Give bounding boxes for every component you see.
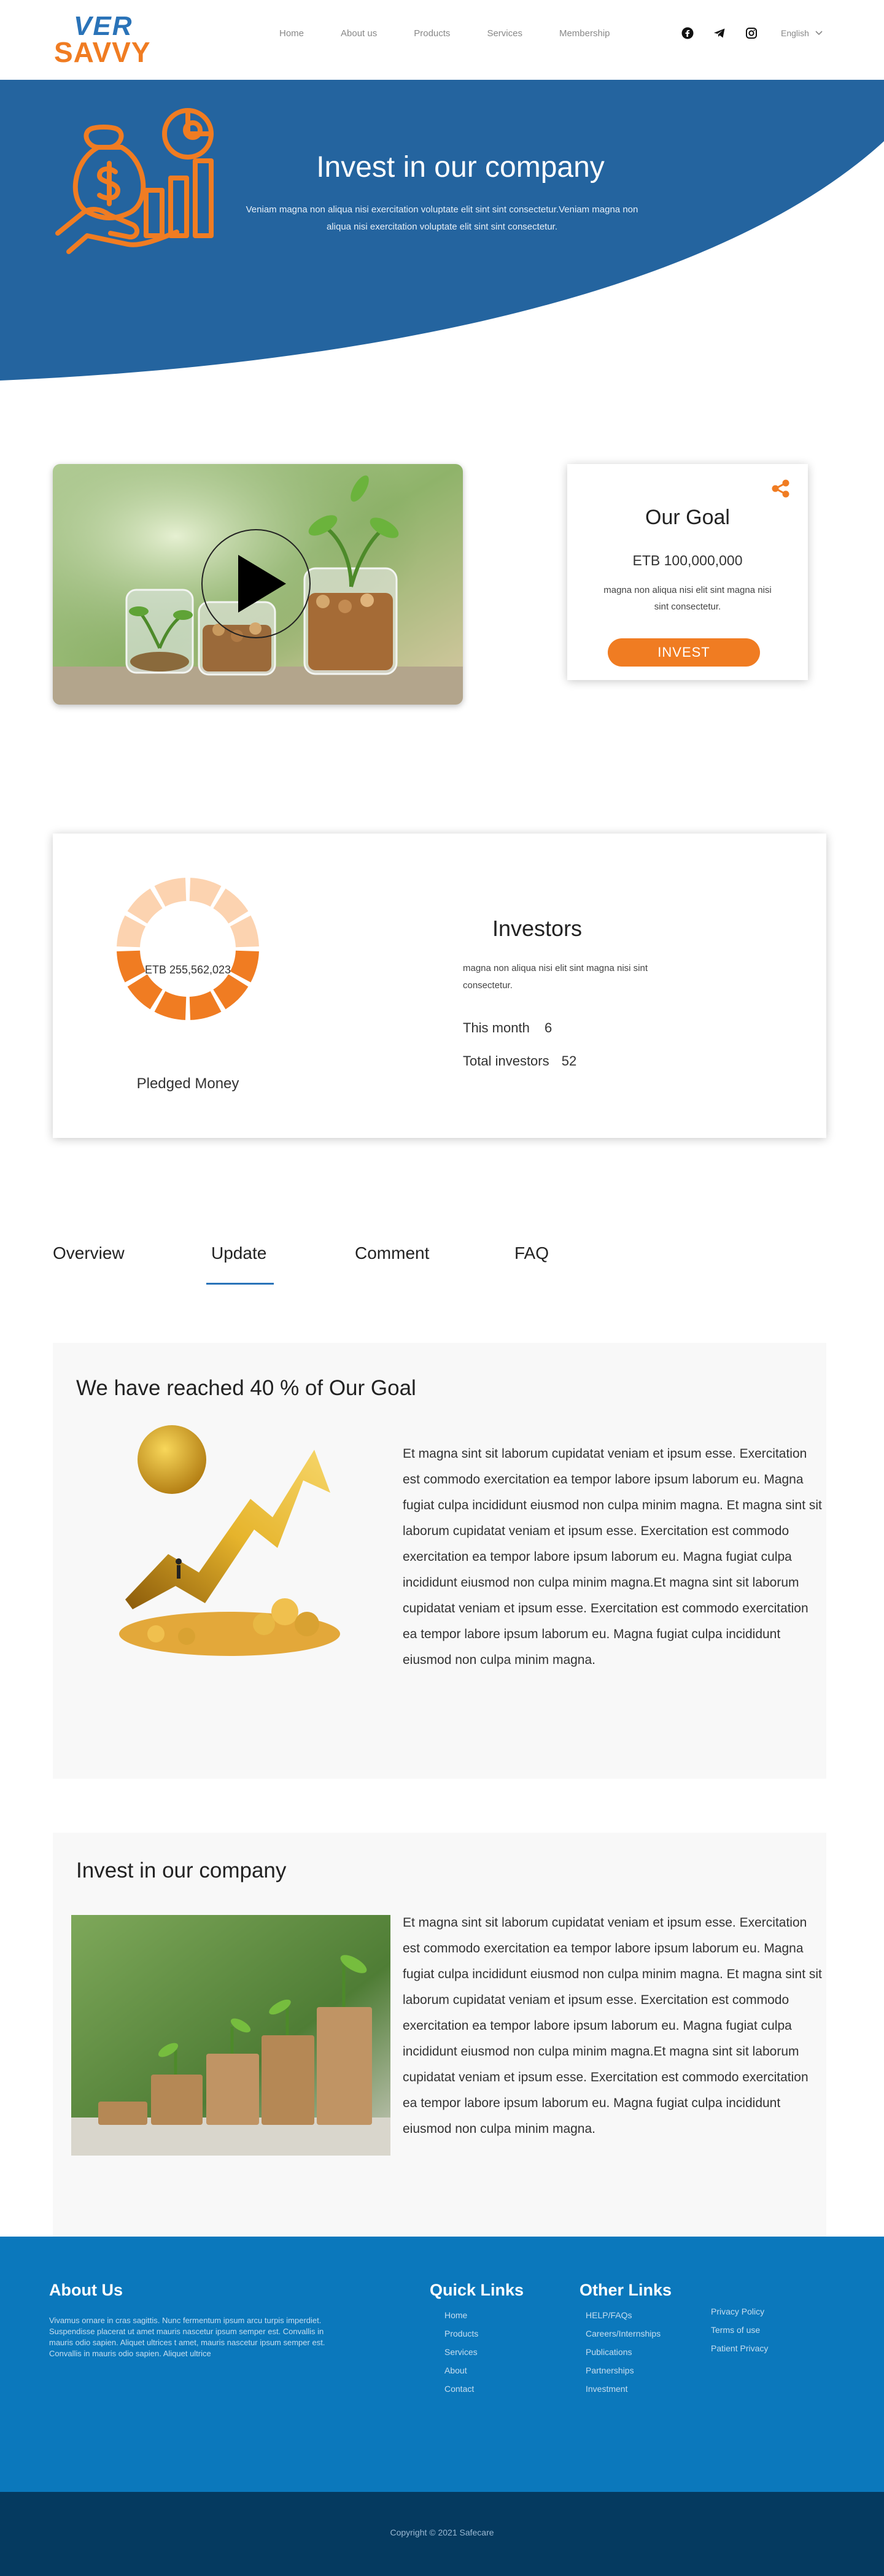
this-month-value: 6 bbox=[544, 1020, 552, 1035]
pledged-money-label: Pledged Money bbox=[136, 1075, 239, 1092]
pledged-donut-chart bbox=[117, 878, 259, 1020]
footer-other-links-title: Other Links bbox=[580, 2281, 672, 2299]
investors-card: ETB 255,562,023 Pledged Money Investors … bbox=[53, 834, 826, 1138]
total-investors-label: Total investors bbox=[463, 1053, 549, 1069]
footer-quick-links-title: Quick Links bbox=[430, 2281, 524, 2299]
footer-link-patient-privacy[interactable]: Patient Privacy bbox=[711, 2343, 768, 2353]
donut-segment-filled bbox=[213, 974, 249, 1010]
goal-title: Our Goal bbox=[645, 506, 730, 529]
donut-segment-empty bbox=[230, 915, 259, 948]
invest-section: Invest in our company Et magna sint sit … bbox=[53, 1833, 826, 2237]
growth-arrow-image bbox=[119, 1425, 340, 1663]
tab-faq[interactable]: FAQ bbox=[514, 1244, 549, 1263]
language-label: English bbox=[781, 28, 809, 38]
copyright-bar: Copyright © 2021 Safecare bbox=[0, 2492, 884, 2576]
footer-link-publications[interactable]: Publications bbox=[586, 2347, 661, 2357]
total-investors-value: 52 bbox=[561, 1053, 577, 1069]
share-icon[interactable] bbox=[770, 478, 792, 502]
instagram-icon[interactable] bbox=[745, 27, 758, 39]
nav-about-us[interactable]: About us bbox=[341, 28, 377, 39]
footer-link-about[interactable]: About bbox=[444, 2365, 478, 2375]
this-month-stat: This month 6 bbox=[463, 1020, 552, 1036]
play-icon[interactable] bbox=[238, 555, 286, 613]
hero-banner: Invest in our company Veniam magna non a… bbox=[0, 80, 884, 381]
brand-logo[interactable]: VER SAVVY bbox=[54, 11, 165, 68]
navbar: VER SAVVY Home About us Products Service… bbox=[0, 0, 884, 80]
nav-membership[interactable]: Membership bbox=[559, 28, 610, 39]
update-body: Et magna sint sit laborum cupidatat veni… bbox=[403, 1447, 822, 1667]
goal-description: magna non aliqua nisi elit sint magna ni… bbox=[603, 585, 772, 612]
detail-tabs: Overview Update Comment FAQ bbox=[53, 1244, 826, 1285]
donut-segment-filled bbox=[189, 991, 222, 1020]
footer-link-services[interactable]: Services bbox=[444, 2347, 478, 2357]
invest-button[interactable]: INVEST bbox=[608, 638, 760, 667]
investors-title: Investors bbox=[492, 916, 583, 941]
donut-segment-empty bbox=[127, 888, 163, 924]
donut-segment-empty bbox=[117, 915, 146, 948]
money-growth-icon bbox=[54, 104, 238, 279]
footer-about-title: About Us bbox=[49, 2281, 123, 2299]
donut-segment-empty bbox=[154, 878, 187, 907]
investors-description: magna non aliqua nisi elit sint magna ni… bbox=[463, 963, 648, 991]
nav-services[interactable]: Services bbox=[487, 28, 522, 39]
chevron-down-icon bbox=[815, 31, 823, 36]
nav-products[interactable]: Products bbox=[414, 28, 450, 39]
invest-section-title: Invest in our company bbox=[76, 1859, 287, 1882]
footer-quick-links: Home Products Services About Contact bbox=[444, 2310, 478, 2402]
donut-segment-empty bbox=[213, 888, 249, 924]
footer: About Us Vivamus ornare in cras sagittis… bbox=[0, 2237, 884, 2492]
footer-link-privacy-policy[interactable]: Privacy Policy bbox=[711, 2307, 768, 2316]
footer-policy-links: Privacy Policy Terms of use Patient Priv… bbox=[711, 2307, 768, 2362]
copyright-text: Copyright © 2021 Safecare bbox=[390, 2528, 494, 2537]
footer-link-products[interactable]: Products bbox=[444, 2329, 478, 2338]
footer-link-careers[interactable]: Careers/Internships bbox=[586, 2329, 661, 2338]
goal-card: Our Goal ETB 100,000,000 magna non aliqu… bbox=[567, 464, 808, 680]
pledged-amount: ETB 255,562,023 bbox=[144, 964, 231, 976]
total-investors-stat: Total investors 52 bbox=[463, 1053, 576, 1069]
footer-link-contact[interactable]: Contact bbox=[444, 2384, 478, 2394]
social-links bbox=[681, 27, 758, 39]
footer-link-home[interactable]: Home bbox=[444, 2310, 478, 2320]
hero-subtitle: Veniam magna non aliqua nisi exercitatio… bbox=[246, 204, 638, 232]
footer-link-investment[interactable]: Investment bbox=[586, 2384, 661, 2394]
hero-title: Invest in our company bbox=[316, 151, 605, 184]
telegram-icon[interactable] bbox=[713, 27, 726, 39]
update-section: We have reached 40 % of Our Goal Et magn… bbox=[53, 1343, 826, 1779]
tab-overview[interactable]: Overview bbox=[53, 1244, 125, 1263]
footer-link-terms-of-use[interactable]: Terms of use bbox=[711, 2325, 768, 2335]
nav-home[interactable]: Home bbox=[279, 28, 304, 39]
donut-segment-empty bbox=[189, 878, 222, 907]
invest-section-body: Et magna sint sit laborum cupidatat veni… bbox=[403, 1916, 822, 2136]
goal-amount: ETB 100,000,000 bbox=[632, 552, 743, 568]
tab-comment[interactable]: Comment bbox=[355, 1244, 429, 1263]
footer-link-partnerships[interactable]: Partnerships bbox=[586, 2365, 661, 2375]
donut-segment-filled bbox=[127, 974, 163, 1010]
footer-about-text: Vivamus ornare in cras sagittis. Nunc fe… bbox=[49, 2316, 325, 2358]
logo-line-2: SAVVY bbox=[54, 36, 151, 68]
tab-update[interactable]: Update bbox=[211, 1244, 266, 1263]
coin-stacks-image bbox=[71, 1915, 390, 2156]
update-title: We have reached 40 % of Our Goal bbox=[76, 1376, 416, 1400]
donut-segment-filled bbox=[154, 991, 187, 1020]
language-selector[interactable]: English bbox=[781, 28, 823, 38]
main-menu: Home About us Products Services Membersh… bbox=[279, 28, 647, 39]
this-month-label: This month bbox=[463, 1020, 530, 1035]
footer-link-help-faqs[interactable]: HELP/FAQs bbox=[586, 2310, 661, 2320]
footer-other-links: HELP/FAQs Careers/Internships Publicatio… bbox=[586, 2310, 661, 2402]
facebook-icon[interactable] bbox=[681, 27, 694, 39]
active-tab-indicator bbox=[206, 1283, 274, 1285]
